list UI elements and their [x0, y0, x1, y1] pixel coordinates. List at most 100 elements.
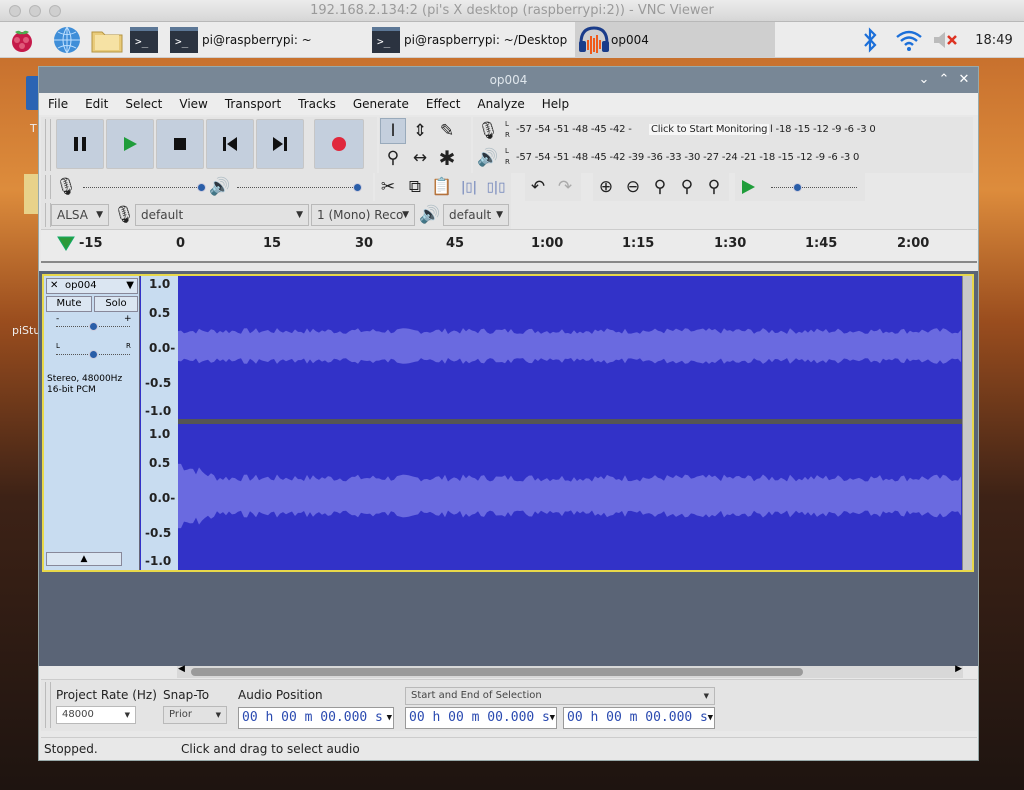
envelope-tool-icon[interactable]: ⇕ — [407, 118, 433, 144]
record-button[interactable] — [314, 119, 364, 169]
monitoring-hint[interactable]: Click to Start Monitoring — [649, 124, 770, 135]
task-terminal-desktop[interactable]: pi@raspberrypi: ~/Desktop — [372, 22, 572, 58]
silence-icon[interactable]: ▯|▯ — [483, 174, 509, 200]
zoom-out-icon[interactable]: ⊖ — [620, 174, 646, 200]
toolbar-grip[interactable] — [45, 119, 51, 171]
redo-icon[interactable]: ↷ — [552, 174, 578, 200]
scroll-right-icon[interactable]: ▶ — [955, 664, 962, 674]
menu-generate[interactable]: Generate — [344, 97, 417, 111]
snap-to-select[interactable]: Prior ▼ — [163, 706, 227, 724]
timeshift-tool-icon[interactable]: ↔ — [407, 145, 433, 171]
selection-tool-icon[interactable]: I — [380, 118, 406, 144]
terminal-icon[interactable] — [130, 22, 158, 58]
skip-end-button[interactable] — [256, 119, 304, 169]
record-volume-slider[interactable] — [83, 187, 203, 189]
ruler-tick: 1:30 — [714, 236, 747, 251]
zoom-dot-icon[interactable] — [49, 5, 61, 17]
mute-button[interactable]: Mute — [46, 296, 92, 312]
audio-position-label: Audio Position — [238, 688, 323, 702]
trim-icon[interactable]: |▯| — [456, 174, 482, 200]
minimize-dot-icon[interactable] — [29, 5, 41, 17]
menu-select[interactable]: Select — [116, 97, 170, 111]
track-vscroll[interactable] — [962, 276, 972, 570]
zoom-tool-icon[interactable]: ⚲ — [380, 145, 406, 171]
ruler-tick: 1:15 — [622, 236, 655, 251]
task-terminal-home[interactable]: pi@raspberrypi: ~ — [170, 22, 370, 58]
audio-position-field[interactable]: 00 h 00 m 00.000 s ▼ — [238, 707, 394, 729]
close-dot-icon[interactable] — [9, 5, 21, 17]
audacity-window: op004 ⌄ ⌃ ✕ File Edit Select View Transp… — [38, 66, 979, 761]
audio-host-select[interactable]: ALSA ▼ — [51, 204, 109, 226]
pan-knob[interactable] — [89, 350, 98, 359]
draw-tool-icon[interactable]: ✎ — [434, 118, 460, 144]
scroll-left-icon[interactable]: ◀ — [178, 664, 185, 674]
play-button[interactable] — [106, 119, 154, 169]
collapse-icon[interactable]: ▲ — [46, 552, 122, 566]
toolbar-grip[interactable] — [45, 682, 51, 728]
scroll-thumb[interactable] — [191, 668, 803, 676]
play-at-speed-icon[interactable] — [735, 174, 761, 200]
wifi-icon[interactable] — [893, 22, 925, 58]
channels-select[interactable]: 1 (Mono) Reco ▼ — [311, 204, 415, 226]
track-op004[interactable]: ✕ op004 ▼ Mute Solo - + L R Stereo, 4800… — [42, 274, 974, 572]
menu-view[interactable]: View — [170, 97, 215, 111]
menu-transport[interactable]: Transport — [216, 97, 289, 111]
audacity-icon — [579, 26, 609, 54]
globe-icon[interactable] — [52, 22, 82, 58]
menu-help[interactable]: Help — [533, 97, 577, 111]
timeline-ruler[interactable]: -15 0 15 30 45 1:00 1:15 1:30 1:45 2:00 — [41, 229, 977, 263]
play-volume-knob[interactable] — [353, 183, 362, 192]
menu-edit[interactable]: Edit — [76, 97, 116, 111]
fit-selection-icon[interactable]: ⚲ — [647, 174, 673, 200]
fit-project-icon[interactable]: ⚲ — [674, 174, 700, 200]
recording-device-select[interactable]: default ▼ — [135, 204, 309, 226]
project-rate-input[interactable]: 48000 ▼ — [56, 706, 136, 724]
minimize-icon[interactable]: ⌄ — [914, 67, 934, 93]
pause-button[interactable] — [56, 119, 104, 169]
folder-icon[interactable] — [24, 174, 38, 214]
record-volume-knob[interactable] — [197, 183, 206, 192]
skip-start-button[interactable] — [206, 119, 254, 169]
status-bar: Stopped. Click and drag to select audio — [41, 737, 977, 759]
cut-icon[interactable]: ✂ — [375, 174, 401, 200]
paste-icon[interactable]: 📋 — [429, 174, 455, 200]
selection-start-field[interactable]: 00 h 00 m 00.000 s ▼ — [405, 707, 557, 729]
menu-tracks[interactable]: Tracks — [289, 97, 344, 111]
gain-knob[interactable] — [89, 322, 98, 331]
volume-muted-icon[interactable] — [930, 22, 960, 58]
horizontal-scrollbar[interactable]: ◀ ▶ — [177, 664, 963, 678]
raspberry-menu-icon[interactable] — [6, 22, 38, 58]
record-icon — [332, 137, 346, 151]
selection-end-field[interactable]: 00 h 00 m 00.000 s ▼ — [563, 707, 715, 729]
speaker-icon: 🔊 — [209, 177, 231, 197]
multi-tool-icon[interactable]: ✱ — [434, 145, 460, 171]
timeline-play-icon[interactable] — [57, 236, 75, 252]
menu-file[interactable]: File — [39, 97, 76, 111]
track-name[interactable]: op004 — [65, 279, 97, 293]
folder-icon[interactable] — [90, 22, 124, 58]
close-icon[interactable]: ✕ — [954, 67, 974, 93]
track-menu-icon[interactable]: ▼ — [126, 279, 134, 293]
speaker-icon[interactable]: 🔊 — [475, 145, 501, 171]
zoom-toggle-icon[interactable]: ⚲ — [701, 174, 727, 200]
microphone-icon[interactable]: 🎙 — [475, 118, 501, 144]
copy-icon[interactable]: ⧉ — [402, 174, 428, 200]
menu-effect[interactable]: Effect — [417, 97, 469, 111]
zoom-in-icon[interactable]: ⊕ — [593, 174, 619, 200]
menu-analyze[interactable]: Analyze — [468, 97, 532, 111]
undo-icon[interactable]: ↶ — [525, 174, 551, 200]
task-audacity[interactable]: op004 — [575, 22, 775, 58]
stop-button[interactable] — [156, 119, 204, 169]
play-volume-slider[interactable] — [237, 187, 357, 189]
speed-knob[interactable] — [793, 183, 802, 192]
solo-button[interactable]: Solo — [94, 296, 138, 312]
waveform[interactable] — [178, 276, 962, 570]
vnc-title: 192.168.2.134:2 (pi's X desktop (raspber… — [310, 3, 714, 18]
maximize-icon[interactable]: ⌃ — [934, 67, 954, 93]
track-close-icon[interactable]: ✕ — [50, 279, 58, 293]
selection-mode-select[interactable]: Start and End of Selection ▼ — [405, 687, 715, 705]
playback-device-select[interactable]: default ▼ — [443, 204, 509, 226]
toolbar-grip[interactable] — [45, 175, 51, 199]
bluetooth-icon[interactable] — [858, 22, 882, 58]
speed-slider[interactable] — [771, 187, 857, 189]
